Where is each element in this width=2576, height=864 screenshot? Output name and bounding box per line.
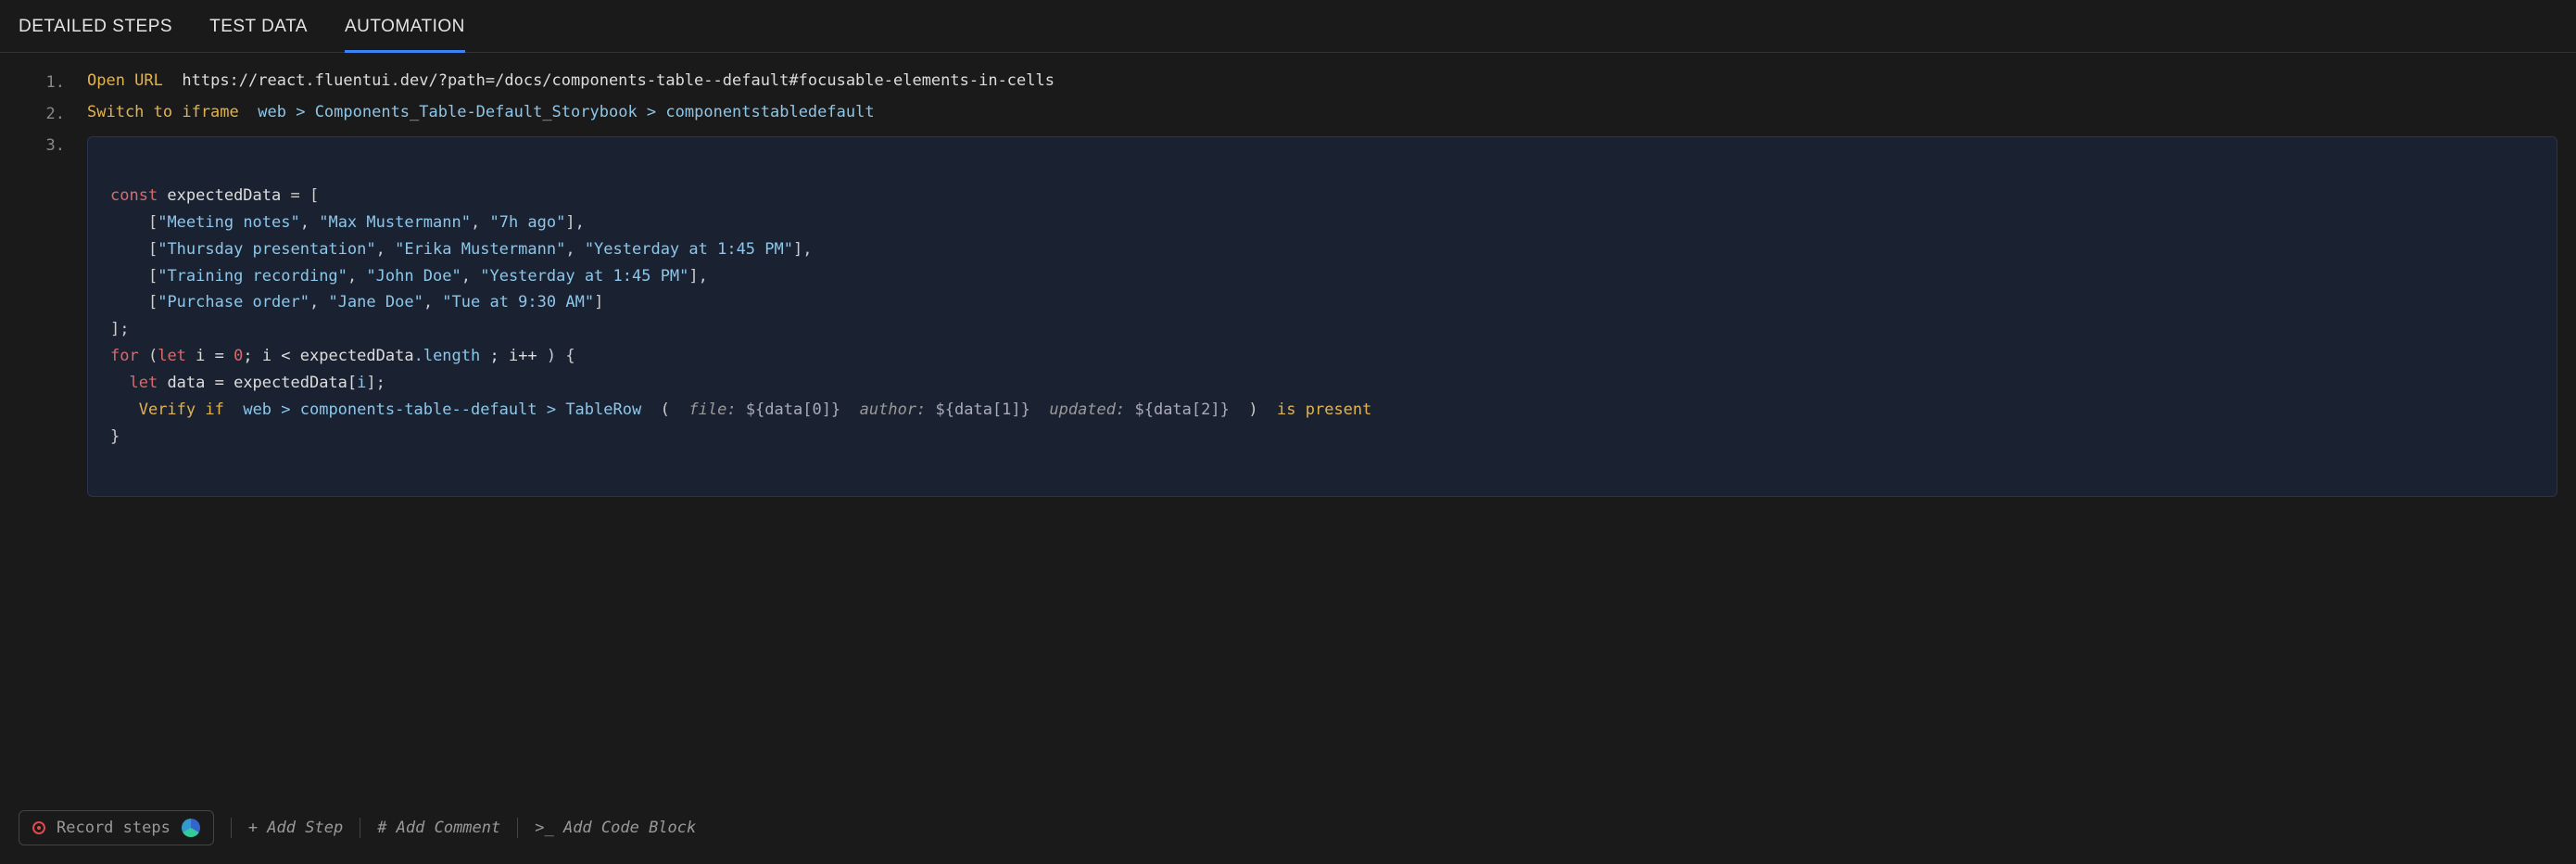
str: "Jane Doe" bbox=[328, 293, 423, 311]
str: "Erika Mustermann" bbox=[395, 240, 565, 259]
punct: } bbox=[110, 427, 120, 446]
bottom-toolbar: Record steps + Add Step # Add Comment >_… bbox=[19, 810, 696, 845]
step-number: 1. bbox=[37, 71, 65, 92]
punct: = [ bbox=[290, 186, 319, 205]
param-updated: updated: bbox=[1049, 400, 1125, 419]
verify-path: web > components-table--default > TableR… bbox=[243, 400, 641, 419]
add-code-block-button[interactable]: >_ Add Code Block bbox=[535, 819, 696, 837]
punct: ]; bbox=[110, 320, 129, 338]
punct: ) bbox=[1248, 400, 1277, 419]
ident: data = expectedData[ bbox=[158, 374, 357, 392]
tab-detailed-steps[interactable]: DETAILED STEPS bbox=[19, 17, 172, 52]
edge-browser-icon bbox=[182, 819, 200, 837]
param-file: file: bbox=[688, 400, 736, 419]
step-row[interactable]: 1. Open URL https://react.fluentui.dev/?… bbox=[37, 71, 2557, 92]
step-body: Open URL https://react.fluentui.dev/?pat… bbox=[87, 71, 2557, 90]
record-steps-button[interactable]: Record steps bbox=[19, 810, 214, 845]
str: "Tue at 9:30 AM" bbox=[442, 293, 594, 311]
ident: ; i < expectedData bbox=[243, 347, 413, 365]
step-row[interactable]: 2. Switch to iframe web > Components_Tab… bbox=[37, 103, 2557, 123]
kw-let: let bbox=[158, 347, 186, 365]
code-block[interactable]: const expectedData = [ ["Meeting notes",… bbox=[87, 136, 2557, 497]
step-command: Open URL bbox=[87, 71, 163, 90]
punct: ) { bbox=[547, 347, 575, 365]
punct: ( bbox=[641, 400, 688, 419]
interp: ${data[1]} bbox=[926, 400, 1049, 419]
str: "7h ago" bbox=[489, 213, 565, 232]
param-author: author: bbox=[860, 400, 927, 419]
ident-expected: expectedData bbox=[158, 186, 290, 205]
tabs-bar: DETAILED STEPS TEST DATA AUTOMATION bbox=[0, 0, 2576, 53]
steps-list: 1. Open URL https://react.fluentui.dev/?… bbox=[0, 53, 2576, 527]
add-step-button[interactable]: + Add Step bbox=[248, 819, 343, 837]
divider bbox=[231, 818, 232, 838]
add-comment-button[interactable]: # Add Comment bbox=[377, 819, 500, 837]
str: "Yesterday at 1:45 PM" bbox=[480, 267, 688, 286]
tab-test-data[interactable]: TEST DATA bbox=[209, 17, 308, 52]
ident: ; i++ bbox=[480, 347, 547, 365]
step-number: 2. bbox=[37, 103, 65, 123]
str: "Max Mustermann" bbox=[319, 213, 471, 232]
record-label: Record steps bbox=[57, 819, 170, 837]
ident: i = bbox=[186, 347, 234, 365]
str: "John Doe" bbox=[366, 267, 461, 286]
str: "Meeting notes" bbox=[158, 213, 300, 232]
ident: i bbox=[357, 374, 366, 392]
step-row[interactable]: 3. const expectedData = [ ["Meeting note… bbox=[37, 134, 2557, 497]
str: "Thursday presentation" bbox=[158, 240, 375, 259]
num: 0 bbox=[234, 347, 243, 365]
divider bbox=[517, 818, 518, 838]
kw-const: const bbox=[110, 186, 158, 205]
is-present: is present bbox=[1277, 400, 1371, 419]
kw-for: for bbox=[110, 347, 139, 365]
punct: ( bbox=[139, 347, 158, 365]
str: "Training recording" bbox=[158, 267, 347, 286]
iframe-path: web > Components_Table-Default_Storybook… bbox=[258, 103, 874, 121]
step-command: Switch to iframe bbox=[87, 103, 239, 121]
kw-let: let bbox=[129, 374, 158, 392]
record-icon bbox=[32, 821, 45, 834]
step-url: https://react.fluentui.dev/?path=/docs/c… bbox=[182, 71, 1054, 90]
interp: ${data[0]} bbox=[737, 400, 860, 419]
step-number: 3. bbox=[37, 134, 65, 155]
str: "Yesterday at 1:45 PM" bbox=[585, 240, 793, 259]
interp: ${data[2]} bbox=[1125, 400, 1248, 419]
str: "Purchase order" bbox=[158, 293, 309, 311]
punct: ]; bbox=[366, 374, 385, 392]
prop: .length bbox=[414, 347, 481, 365]
step-body: Switch to iframe web > Components_Table-… bbox=[87, 103, 2557, 121]
tab-automation[interactable]: AUTOMATION bbox=[345, 17, 465, 52]
verify-command: Verify if bbox=[139, 400, 224, 419]
